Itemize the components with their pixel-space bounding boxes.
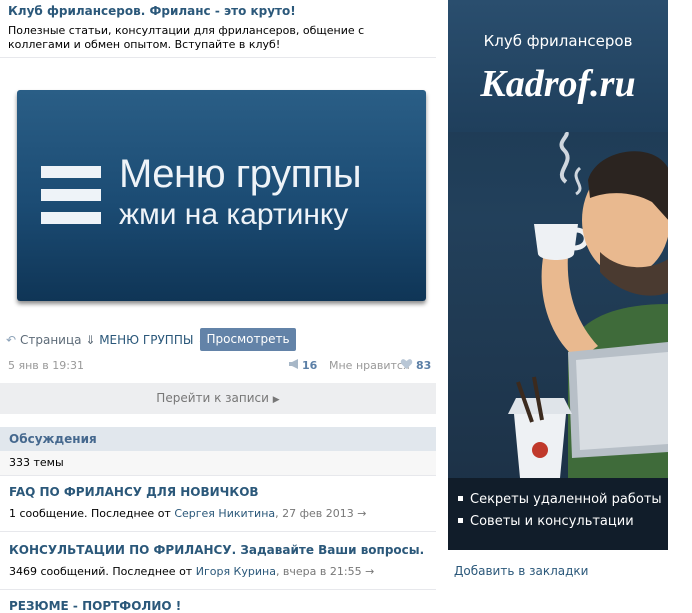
discussions-count: 333 темы (0, 451, 436, 476)
topic-message-count: 1 сообщение. Последнее от (9, 507, 175, 520)
topic-author-link[interactable]: Сергея Никитина (174, 507, 275, 520)
share-count[interactable]: 16 (302, 359, 317, 372)
banner-line-1: Меню группы (119, 152, 362, 196)
ad-bullet-text: Советы и консультации (470, 514, 634, 529)
topic-author-link[interactable]: Игоря Курина (196, 565, 276, 578)
add-bookmark-link[interactable]: Добавить в закладки (454, 564, 588, 578)
topic-meta: 3469 сообщений. Последнее от Игоря Курин… (9, 565, 374, 578)
arrow-icon: ↶ (6, 333, 17, 347)
attachment-row: ↶ Страница ⇓ МЕНЮ ГРУППЫ ⇓ Просмотреть (6, 328, 426, 352)
goto-post-bar[interactable]: Перейти к записи ▶ (0, 383, 436, 414)
bullet-icon (458, 496, 463, 501)
sidebar-column: Клуб фрилансеров Kadrof.ru Секреты удале… (448, 0, 668, 605)
goto-post-label: Перейти к записи (156, 391, 269, 405)
banner-line-2: жми на картинку (119, 198, 349, 231)
discussions-header[interactable]: Обсуждения (0, 427, 436, 451)
divider (0, 57, 436, 58)
topic-item: FAQ ПО ФРИЛАНСУ ДЛЯ НОВИЧКОВ 1 сообщение… (0, 476, 436, 532)
topic-message-count: 3469 сообщений. Последнее от (9, 565, 196, 578)
post-meta: 5 янв в 19:31 16 Мне нравится 83 (8, 358, 432, 374)
arrow-right-icon[interactable]: → (365, 565, 374, 578)
like-count[interactable]: 83 (416, 359, 431, 372)
topics-count: 333 темы (9, 456, 64, 469)
post-date[interactable]: 5 янв в 19:31 (8, 359, 84, 372)
attachment-label: Страница ⇓ МЕНЮ ГРУППЫ ⇓ (20, 333, 207, 347)
post-description: Полезные статьи, консултации для фриланс… (8, 24, 365, 51)
topic-title[interactable]: РЕЗЮМЕ - ПОРТФОЛИО ! (9, 599, 181, 613)
like-label[interactable]: Мне нравится (329, 359, 410, 372)
chevron-right-icon: ▶ (272, 395, 280, 405)
topic-meta: 1 сообщение. Последнее от Сергея Никитин… (9, 507, 366, 520)
topic-title[interactable]: FAQ ПО ФРИЛАНСУ ДЛЯ НОВИЧКОВ (9, 485, 259, 499)
kadrof-ad-banner[interactable]: Клуб фрилансеров Kadrof.ru Секреты удале… (448, 0, 668, 550)
ad-bullet: Советы и консультации (458, 514, 634, 529)
view-button[interactable]: Просмотреть (200, 328, 296, 351)
arrow-right-icon[interactable]: → (357, 507, 366, 520)
attachment-prefix: Страница ⇓ (20, 333, 100, 347)
megaphone-icon[interactable] (288, 358, 301, 373)
group-menu-banner[interactable]: Меню группы жми на картинку (17, 90, 426, 301)
menu-page-link[interactable]: МЕНЮ ГРУППЫ (99, 333, 193, 347)
ad-bullet-text: Секреты удаленной работы (470, 492, 662, 507)
topic-date: , вчера в 21:55 (275, 565, 362, 578)
post-header: Клуб фрилансеров. Фриланс - это круто! П… (0, 0, 436, 52)
topic-item: КОНСУЛЬТАЦИИ ПО ФРИЛАНСУ. Задавайте Ваши… (0, 532, 436, 590)
hamburger-icon (41, 166, 101, 224)
topic-item: РЕЗЮМЕ - ПОРТФОЛИО ! (0, 590, 436, 613)
topic-title[interactable]: КОНСУЛЬТАЦИИ ПО ФРИЛАНСУ. Задавайте Ваши… (9, 543, 424, 557)
ad-bullet: Секреты удаленной работы (458, 492, 662, 507)
ad-site-name: Kadrof.ru (480, 63, 636, 105)
topic-date: , 27 фев 2013 (275, 507, 354, 520)
bullet-icon (458, 518, 463, 523)
freelancer-illustration (508, 132, 668, 478)
heart-icon[interactable] (400, 358, 413, 373)
discussions-title: Обсуждения (9, 432, 97, 446)
wall-column: Клуб фрилансеров. Фриланс - это круто! П… (0, 0, 436, 613)
ad-bullets: Секреты удаленной работы Советы и консул… (448, 478, 668, 550)
post-title[interactable]: Клуб фрилансеров. Фриланс - это круто! (8, 4, 428, 19)
ad-club-title: Клуб фрилансеров (483, 32, 633, 50)
